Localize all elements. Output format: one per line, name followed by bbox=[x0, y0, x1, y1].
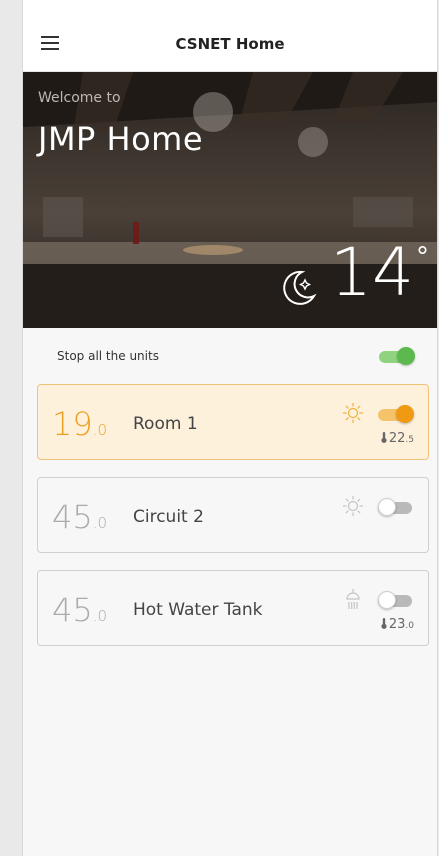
outdoor-weather: 14 ° bbox=[278, 240, 429, 308]
stop-all-toggle[interactable] bbox=[379, 347, 415, 365]
unit-power-toggle[interactable] bbox=[378, 591, 414, 609]
thermometer-icon bbox=[381, 618, 387, 629]
room-temperature: 22.5 bbox=[381, 431, 414, 446]
degree-symbol: ° bbox=[416, 242, 429, 272]
unit-name: Room 1 bbox=[133, 414, 198, 434]
outdoor-temperature: 14 bbox=[330, 234, 414, 311]
unit-card-room-1[interactable]: 19.0 Room 1 22.5 bbox=[37, 384, 429, 460]
unit-card-hot-water-tank[interactable]: 45.0 Hot Water Tank 23.0 bbox=[37, 570, 429, 646]
stop-all-row: Stop all the units bbox=[37, 328, 429, 384]
sun-icon bbox=[343, 496, 363, 516]
unit-name: Hot Water Tank bbox=[133, 600, 263, 620]
app-title: CSNET Home bbox=[175, 35, 285, 53]
home-hero-banner: Welcome to JMP Home 14 ° bbox=[23, 72, 437, 328]
unit-name: Circuit 2 bbox=[133, 507, 204, 527]
units-panel: Stop all the units 19.0 Room 1 22.5 45.0… bbox=[23, 328, 437, 646]
moon-stars-icon bbox=[283, 270, 317, 305]
setpoint-temperature: 45.0 bbox=[52, 498, 108, 536]
shower-icon bbox=[346, 589, 360, 609]
home-name: JMP Home bbox=[38, 120, 204, 158]
tank-temperature: 23.0 bbox=[381, 617, 414, 632]
unit-power-toggle[interactable] bbox=[378, 498, 414, 516]
app-screen: CSNET Home Welcome to JMP Home 14 ° Stop… bbox=[22, 0, 438, 856]
sun-icon bbox=[343, 403, 363, 423]
unit-card-circuit-2[interactable]: 45.0 Circuit 2 bbox=[37, 477, 429, 553]
setpoint-temperature: 45.0 bbox=[52, 591, 108, 629]
unit-power-toggle[interactable] bbox=[378, 405, 414, 423]
stop-all-label: Stop all the units bbox=[57, 349, 159, 363]
app-bar: CSNET Home bbox=[23, 0, 437, 72]
setpoint-temperature: 19.0 bbox=[52, 405, 108, 443]
thermometer-icon bbox=[381, 432, 387, 443]
welcome-text: Welcome to bbox=[38, 90, 121, 106]
